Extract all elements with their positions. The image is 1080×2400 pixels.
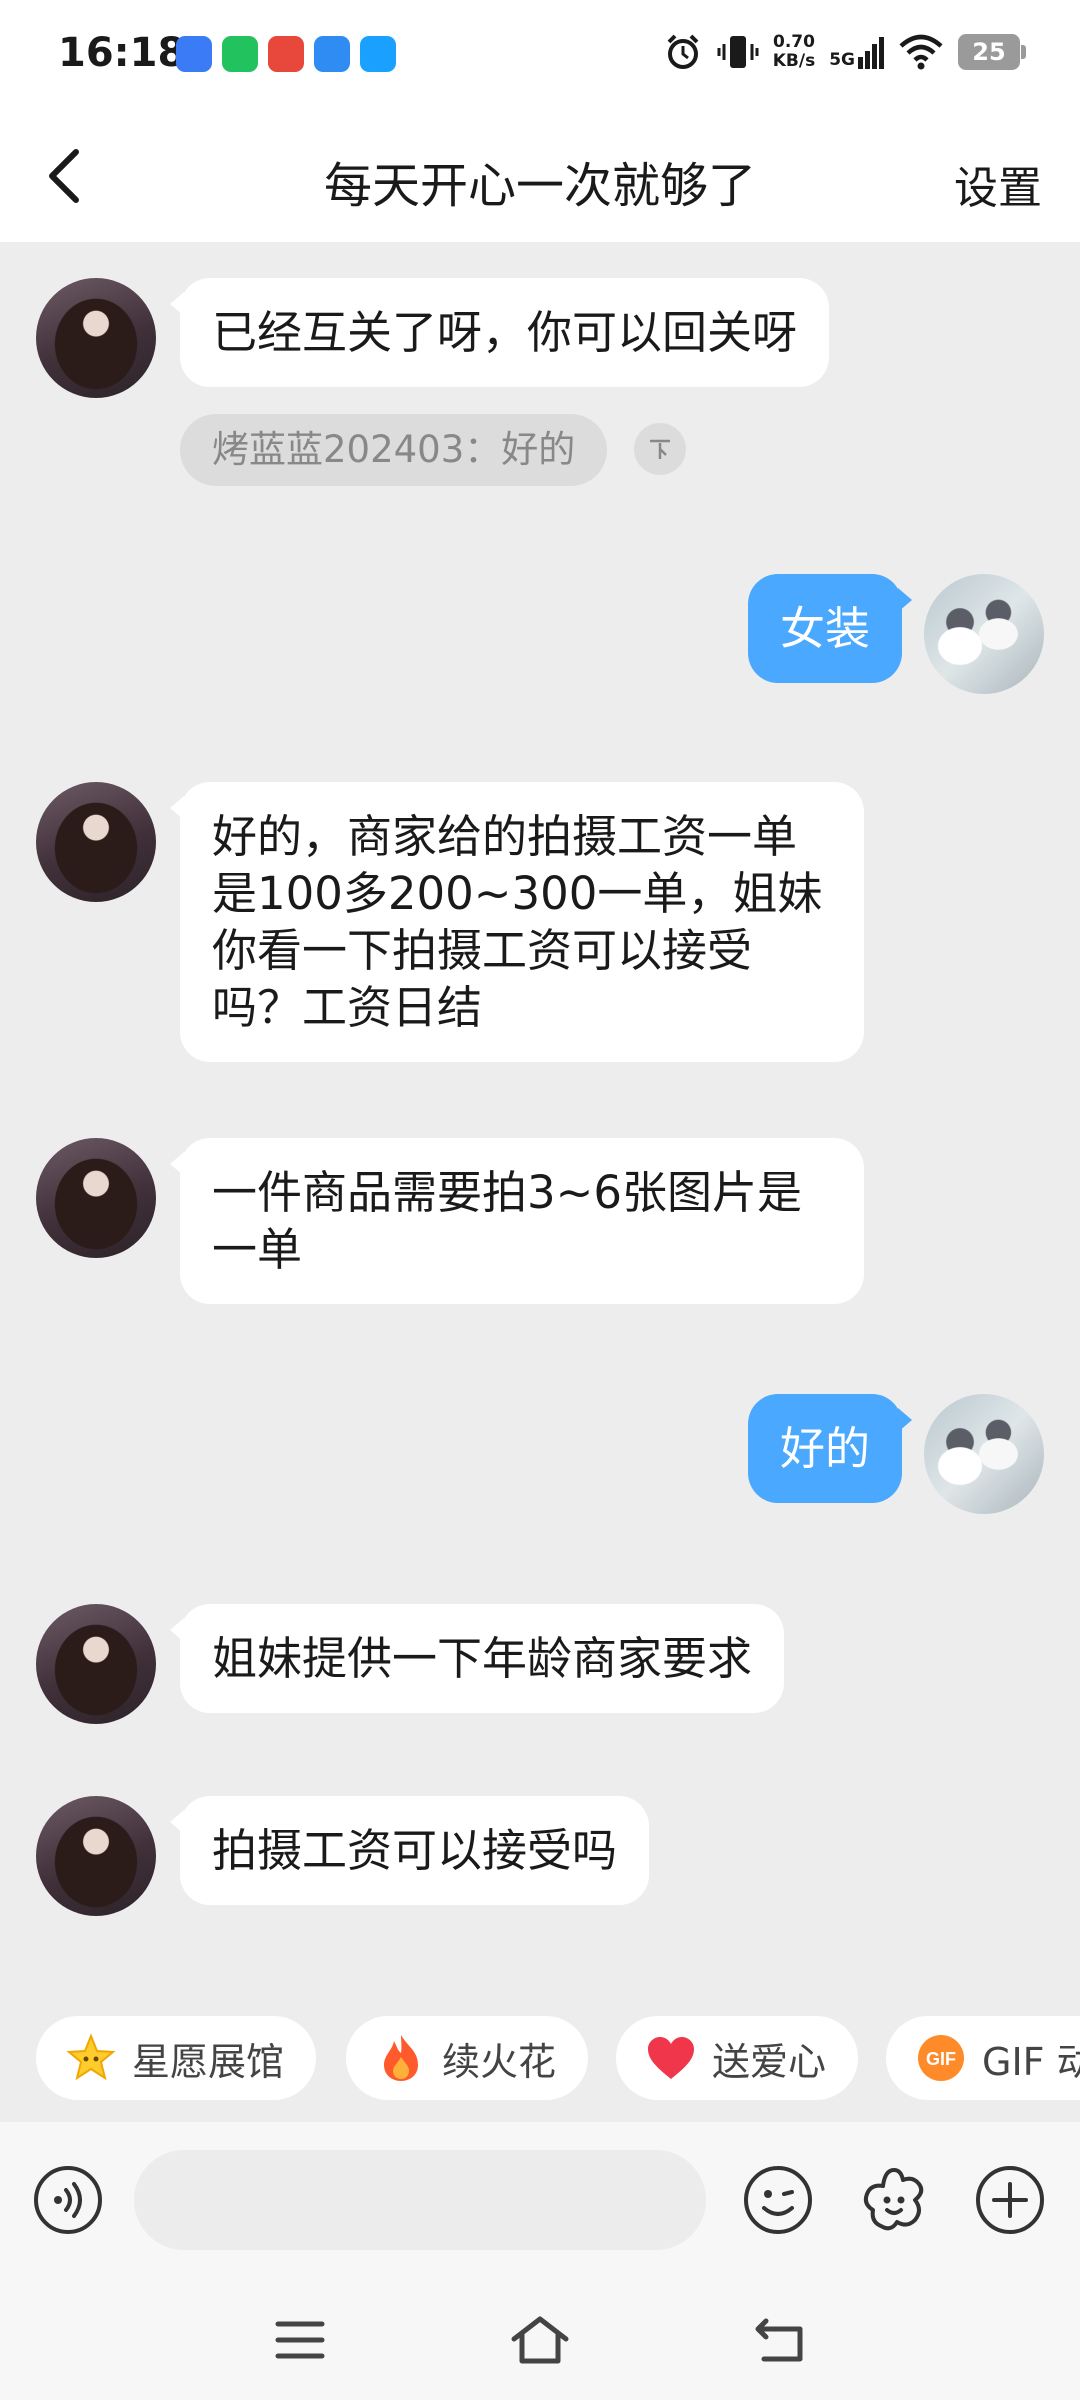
nav-back-button[interactable] (748, 2308, 812, 2372)
voice-icon (34, 2166, 102, 2234)
sticker-icon (863, 2168, 924, 2231)
status-right: 0.70 KB/s 5G 25 (663, 32, 1026, 72)
signal-indicator: 5G (829, 35, 884, 69)
contact-avatar[interactable] (36, 1604, 156, 1724)
star-icon (66, 2033, 116, 2083)
svg-text:GIF: GIF (926, 2049, 956, 2069)
app-notification-icon (268, 36, 304, 72)
settings-button[interactable]: 设置 (954, 152, 1042, 216)
menu-icon (275, 2321, 325, 2359)
quick-actions-bar[interactable]: 星愿展馆 续火花 送爱心 GIF GIF 动 (0, 2000, 1080, 2122)
message-bubble[interactable]: 好的，商家给的拍摄工资一单是100多200~300一单，姐妹你看一下拍摄工资可以… (170, 782, 864, 1062)
app-notification-icon (176, 36, 212, 72)
wechat-notification-icon (222, 36, 258, 72)
my-avatar[interactable] (924, 574, 1044, 694)
quick-action-spark[interactable]: 续火花 (346, 2016, 589, 2100)
plus-icon (976, 2166, 1044, 2234)
vibrate-icon (717, 36, 759, 68)
message-bubble[interactable]: 姐妹提供一下年龄商家要求 (169, 1604, 785, 1713)
notification-icons (176, 36, 396, 72)
emoji-icon (744, 2166, 812, 2234)
more-button[interactable] (972, 2162, 1048, 2238)
chat-header: 每天开心一次就够了 设置 (0, 112, 1080, 242)
network-speed: 0.70 KB/s (772, 32, 816, 71)
heart-icon (646, 2033, 696, 2083)
emoji-button[interactable] (740, 2162, 816, 2238)
message-bubble[interactable]: 女装 (747, 574, 913, 683)
collapse-icon[interactable] (634, 423, 686, 475)
message-bubble[interactable]: 拍摄工资可以接受吗 (169, 1796, 650, 1905)
message-input[interactable] (134, 2150, 706, 2250)
fire-icon (376, 2033, 426, 2083)
contact-avatar[interactable] (36, 1796, 156, 1916)
status-time: 16:18 (58, 30, 186, 76)
app-notification-icon (360, 36, 396, 72)
quick-action-star-gallery[interactable]: 星愿展馆 (36, 2016, 317, 2100)
home-icon (511, 2316, 569, 2364)
message-list[interactable]: 已经互关了呀，你可以回关呀 烤蓝蓝202403：好的 女装 好的，商家给的拍摄工… (0, 242, 1080, 2000)
system-nav-bar (0, 2278, 1080, 2400)
contact-avatar[interactable] (36, 782, 156, 902)
message-bubble[interactable]: 好的 (747, 1394, 913, 1503)
quick-action-gif[interactable]: GIF GIF 动 (886, 2016, 1080, 2100)
back-icon (755, 2318, 803, 2362)
chat-title: 每天开心一次就够了 (323, 158, 756, 214)
status-bar: 16:18 0.70 KB/s 5G 25 (0, 0, 1080, 112)
gif-icon: GIF (916, 2033, 966, 2083)
signal-bars-icon (858, 37, 884, 69)
message-bubble[interactable]: 已经互关了呀，你可以回关呀 (169, 278, 830, 387)
nav-menu-button[interactable] (268, 2308, 332, 2372)
alarm-icon (667, 34, 699, 69)
contact-avatar[interactable] (36, 1138, 156, 1258)
app-notification-icon (314, 36, 350, 72)
message-bubble[interactable]: 一件商品需要拍3~6张图片是一单 (170, 1138, 864, 1304)
quoted-reply[interactable]: 烤蓝蓝202403：好的 (180, 414, 608, 486)
quick-action-send-heart[interactable]: 送爱心 (616, 2016, 859, 2100)
my-avatar[interactable] (924, 1394, 1044, 1514)
wifi-icon (899, 34, 943, 70)
input-bar (0, 2122, 1080, 2278)
sticker-button[interactable] (856, 2162, 932, 2238)
nav-home-button[interactable] (508, 2308, 572, 2372)
contact-avatar[interactable] (36, 278, 156, 398)
battery-indicator: 25 (958, 34, 1026, 70)
voice-button[interactable] (30, 2162, 106, 2238)
